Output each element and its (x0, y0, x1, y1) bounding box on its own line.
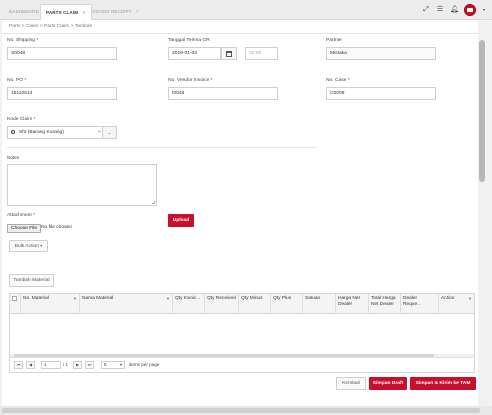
breadcrumb: Parts > Claim > Parts Claim > Tambah (9, 24, 93, 29)
column-label: Qty Minus (241, 296, 263, 301)
chevron-down-icon[interactable]: ▾ (482, 6, 486, 14)
column-satuan[interactable]: Satuan (303, 294, 336, 314)
select-all-column (10, 294, 21, 314)
first-page-icon[interactable]: ⏮ (14, 361, 23, 369)
bulk-action-button[interactable]: Bulk Action ▾ (9, 240, 48, 252)
clear-icon[interactable]: × (98, 127, 101, 138)
horizontal-scrollbar[interactable] (0, 406, 492, 415)
tab-bar: DASHBOARD PARTS CLAIM ✕ GOODS RECEIPT ✕ ⤢ … (0, 0, 492, 20)
no-vendor-invoice-field[interactable]: I0048 (168, 87, 278, 100)
column-total-harga-net-dealer[interactable]: Total Harga Net Dealer (369, 294, 401, 314)
select-all-checkbox[interactable] (12, 296, 17, 301)
vertical-scrollbar[interactable] (478, 20, 486, 406)
no-case-field[interactable]: C0008 (326, 87, 436, 100)
divider (2, 33, 478, 34)
next-page-icon[interactable]: ▶ (73, 361, 82, 369)
tab-dashboard[interactable]: DASHBOARD (4, 4, 44, 20)
page-input[interactable]: 1 (41, 361, 61, 369)
user-avatar-icon[interactable] (464, 4, 476, 16)
tab-label: GOODS RECEIPT (92, 9, 132, 14)
column-label: Total Harga Net Dealer (371, 296, 396, 307)
kode-claim-value: Sht (Barang Kurang) (19, 130, 64, 135)
column-dealer-request[interactable]: Dealer Reque... (401, 294, 439, 314)
column-label: Harga Net Dealer (338, 296, 360, 307)
main-panel: Parts > Claim > Parts Claim > Tambah No.… (2, 20, 478, 406)
partner-field[interactable]: Mistaka (326, 47, 436, 60)
page-size-value: 5 (104, 362, 107, 367)
column-harga-net-dealer[interactable]: Harga Net Dealer (336, 294, 369, 314)
file-status: No file chosen (41, 225, 72, 230)
no-case-label: No. Case * (326, 78, 350, 83)
column-label: Qty Received (207, 296, 236, 301)
attachment-label: Attachment * (7, 213, 35, 218)
no-shipping-field[interactable]: S0048 (7, 47, 117, 60)
column-label: Nama Material (82, 296, 114, 301)
kembali-button[interactable]: Kembali (336, 377, 366, 390)
tab-parts-claim[interactable]: PARTS CLAIM ✕ (40, 4, 93, 20)
tab-label: DASHBOARD (9, 9, 39, 14)
column-label: Qty Plus (273, 296, 292, 301)
per-page-label: items per page (129, 362, 160, 367)
column-label: Qty Invoic... (175, 296, 201, 301)
upload-button[interactable]: Upload (168, 214, 194, 227)
column-nama-material[interactable]: Nama Material ▼ (80, 294, 173, 314)
no-shipping-label: No. Shipping * (7, 38, 39, 43)
calendar-icon[interactable] (221, 47, 237, 60)
chevron-down-icon[interactable]: ⌄ (102, 127, 116, 138)
column-label: Dealer Reque... (403, 296, 422, 307)
column-qty-plus[interactable]: Qty Plus (271, 294, 303, 314)
no-po-field[interactable]: 18110514 (7, 87, 117, 100)
page-size-select[interactable]: 5 ▾ (101, 361, 125, 369)
notes-label: Notes (7, 155, 20, 160)
choose-file-button[interactable]: Choose File (7, 224, 42, 233)
kode-claim-select[interactable]: Sht (Barang Kurang) × ⌄ (7, 126, 117, 139)
expand-icon[interactable]: ⤢ (422, 6, 430, 14)
close-icon[interactable]: ✕ (82, 10, 86, 15)
page-total: / 1 (63, 362, 69, 367)
kode-claim-label: Kode Claim * (7, 117, 36, 122)
chevron-down-icon[interactable]: ▼ (73, 296, 77, 302)
horizontal-scroll-thumb[interactable] (2, 408, 480, 413)
tab-goods-receipt[interactable]: GOODS RECEIPT ✕ (87, 4, 145, 20)
no-vendor-invoice-label: No. Vendor Invoice * (168, 78, 213, 83)
partner-label: Partner (326, 38, 343, 43)
resize-handle-icon[interactable] (152, 201, 155, 204)
notes-textarea[interactable] (7, 164, 157, 206)
tanggal-terima-gr-time-field[interactable]: 00:00 (245, 47, 278, 60)
bulk-action-label: Bulk Action (14, 244, 39, 249)
column-qty-received[interactable]: Qty Received (205, 294, 239, 314)
menu-icon[interactable]: ☰ (436, 6, 444, 14)
grid-pager: ⏮ ◀ 1 / 1 ▶ ⏭ 5 ▾ items per page (10, 357, 474, 372)
column-label: No. Material (23, 296, 49, 301)
chevron-down-icon: ▾ (119, 362, 122, 367)
tanggal-terima-gr-label: Tanggal Terima GR (168, 38, 210, 43)
last-page-icon[interactable]: ⏭ (85, 361, 94, 369)
column-qty-minus[interactable]: Qty Minus (239, 294, 271, 314)
chevron-down-icon: ▾ (40, 243, 43, 248)
prev-page-icon[interactable]: ◀ (26, 361, 35, 369)
no-po-label: No. PO * (7, 78, 27, 83)
column-label: Action (441, 296, 455, 301)
search-icon (11, 130, 15, 134)
column-no-material[interactable]: No. Material ▼ (21, 294, 80, 314)
top-icons: ⤢ ☰ 🔔︎ ▾ (422, 3, 486, 17)
bell-icon[interactable]: 🔔︎ (450, 6, 459, 14)
vertical-scroll-thumb[interactable] (479, 40, 485, 182)
grid-header: No. Material ▼ Nama Material ▼ Qty Invoic.… (10, 294, 474, 314)
material-grid: No. Material ▼ Nama Material ▼ Qty Invoic.… (9, 293, 475, 373)
divider (7, 147, 317, 148)
tanggal-terima-gr-date-field[interactable]: 2019-01-03 (168, 47, 221, 60)
column-qty-invoice[interactable]: Qty Invoic... (173, 294, 205, 314)
chevron-down-icon[interactable]: ▼ (468, 296, 472, 302)
chevron-down-icon[interactable]: ▼ (166, 296, 170, 302)
tab-label: PARTS CLAIM (46, 10, 79, 15)
column-action[interactable]: Action ▼ (439, 294, 474, 314)
simpan-draft-button[interactable]: Simpan Draft (369, 377, 407, 390)
simpan-kirim-button[interactable]: Simpan & Kirim ke TAM (410, 377, 476, 390)
column-label: Satuan (305, 296, 321, 301)
tambah-material-button[interactable]: Tambah Material (9, 274, 54, 287)
close-icon[interactable]: ✕ (136, 9, 140, 14)
